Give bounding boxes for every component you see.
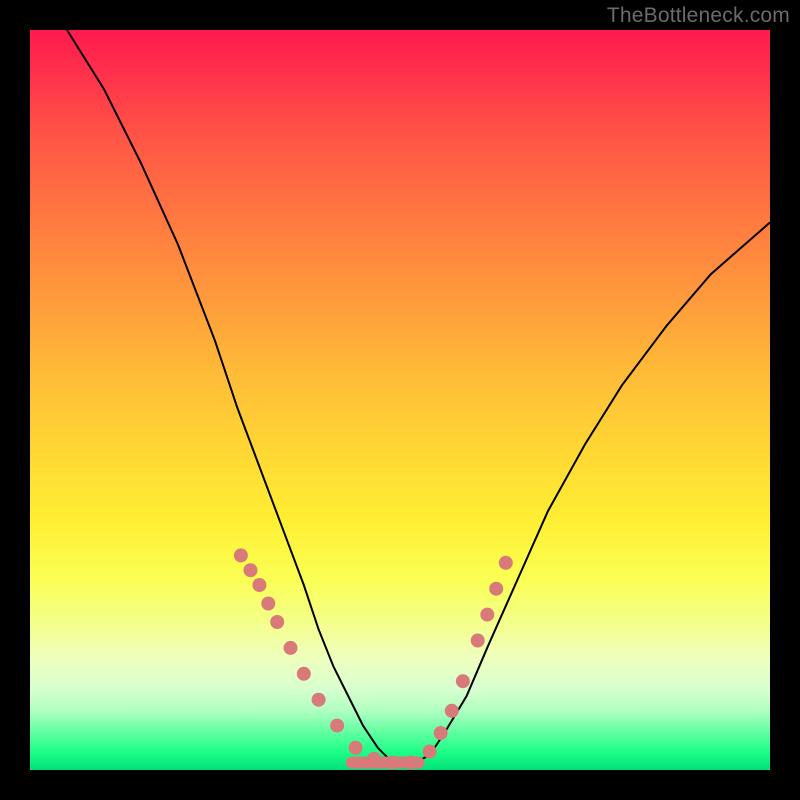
marker-dot bbox=[252, 578, 266, 592]
bottleneck-curve bbox=[67, 30, 770, 763]
chart-svg bbox=[30, 30, 770, 770]
marker-dot bbox=[404, 756, 418, 770]
marker-dot bbox=[434, 726, 448, 740]
marker-dot bbox=[456, 674, 470, 688]
marker-dot bbox=[312, 693, 326, 707]
chart-frame: TheBottleneck.com bbox=[0, 0, 800, 800]
watermark-text: TheBottleneck.com bbox=[607, 4, 790, 28]
marker-dot bbox=[471, 634, 485, 648]
marker-dot bbox=[284, 641, 298, 655]
marker-dot bbox=[261, 597, 275, 611]
marker-dot bbox=[297, 667, 311, 681]
marker-dot bbox=[445, 704, 459, 718]
marker-dot bbox=[367, 752, 381, 766]
marker-dot bbox=[386, 756, 400, 770]
marker-dot bbox=[234, 548, 248, 562]
marker-dot bbox=[270, 615, 284, 629]
marker-dot bbox=[423, 745, 437, 759]
plot-area bbox=[30, 30, 770, 770]
marker-dot bbox=[480, 608, 494, 622]
marker-dot bbox=[330, 719, 344, 733]
marker-dot bbox=[244, 563, 258, 577]
marker-dot bbox=[349, 741, 363, 755]
marker-dot bbox=[489, 582, 503, 596]
marker-dot bbox=[499, 556, 513, 570]
